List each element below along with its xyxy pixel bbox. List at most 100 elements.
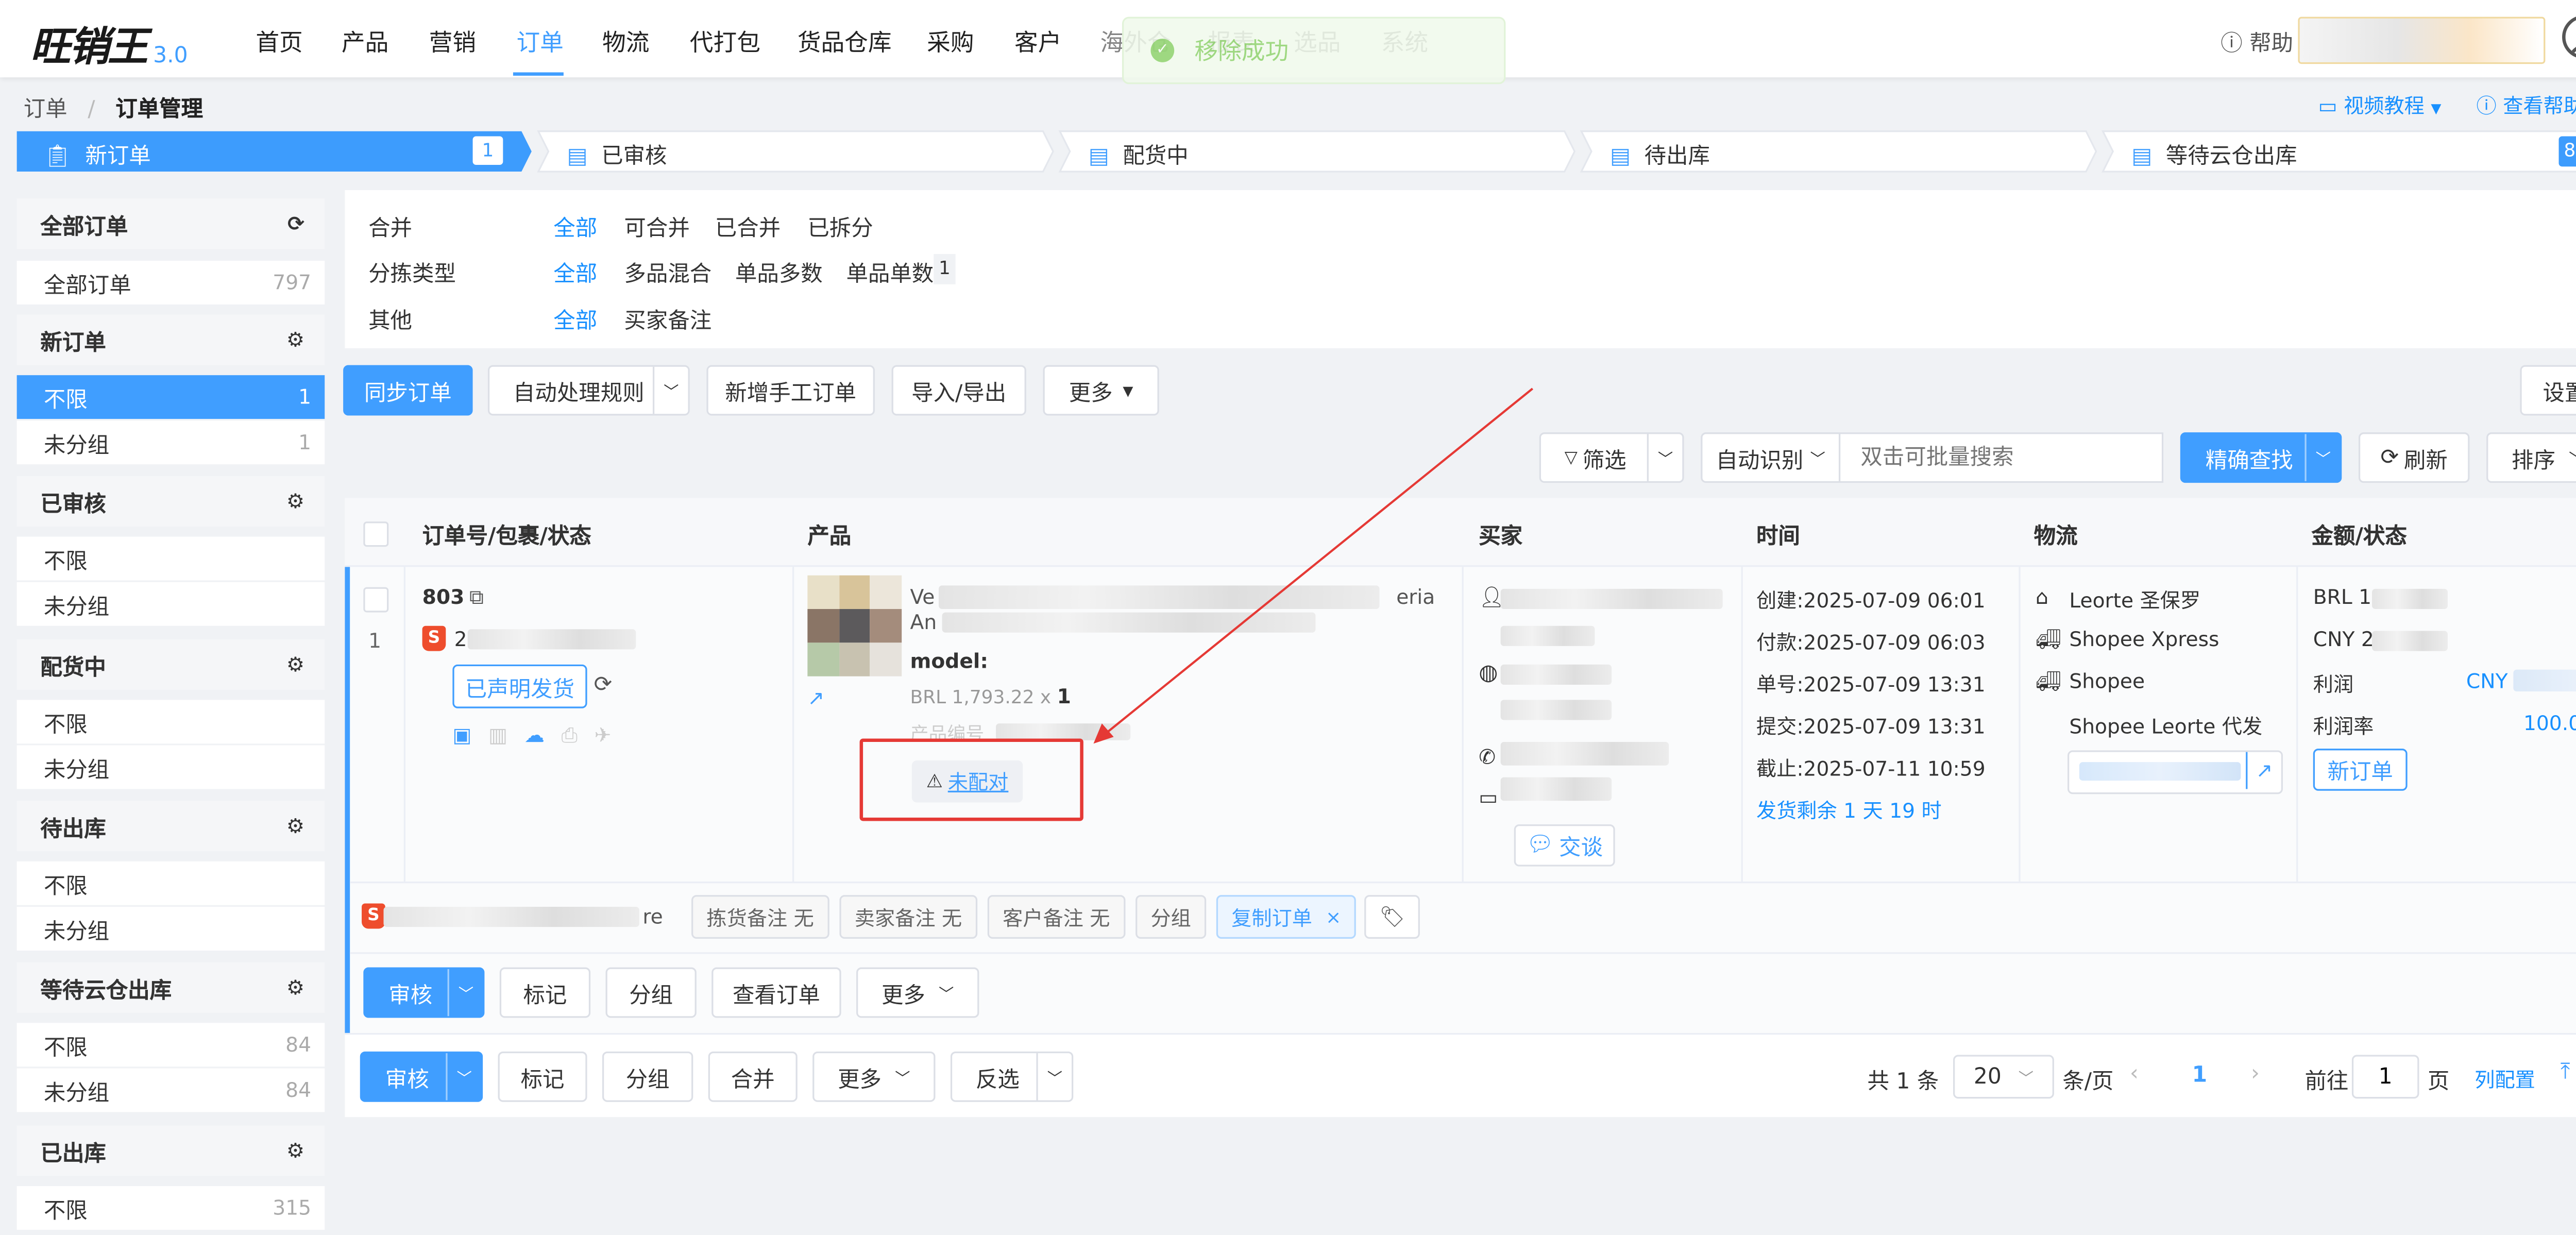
auto-rules-button[interactable]: 自动处理规则 ﹀ — [487, 365, 690, 416]
sync-orders-button[interactable]: 同步订单 — [343, 365, 473, 416]
declared-shipped-button[interactable]: 已声明发货 — [452, 664, 587, 708]
sidebar-item[interactable]: 不限 — [16, 536, 325, 581]
tag-icon-button[interactable]: 🏷︎ — [1364, 895, 1420, 939]
prev-page-icon[interactable]: ‹ — [2130, 1061, 2139, 1087]
sidebar-item[interactable]: 不限 — [16, 700, 325, 744]
gear-icon[interactable]: ⚙ — [286, 1139, 304, 1163]
view-help-link[interactable]: ⓘ 查看帮助 ▼ — [2477, 91, 2576, 120]
filter-merge-mergeable[interactable]: 可合并 — [624, 210, 689, 242]
row-more-button[interactable]: 更多 ﹀ — [856, 967, 979, 1018]
nav-item-6[interactable]: 货品仓库 — [798, 25, 892, 59]
seller-note-tag[interactable]: 卖家备注 无 — [839, 895, 977, 939]
auto-detect-select[interactable]: 自动识别 ﹀ — [1701, 432, 1841, 483]
filter-merge-all[interactable]: 全部 — [553, 210, 597, 242]
filter-merge-merged[interactable]: 已合并 — [715, 210, 781, 242]
chevron-down-icon[interactable]: ﹀ — [1036, 1053, 1072, 1101]
sidebar-item[interactable]: 不限 1 — [16, 375, 325, 419]
chevron-down-icon[interactable]: ﹀ — [2304, 434, 2340, 481]
filter-sort-single-multi[interactable]: 单品多数 — [735, 256, 823, 287]
chevron-down-icon[interactable]: ﹀ — [1647, 434, 1683, 481]
filter-other-buyer-note[interactable]: 买家备注 — [624, 303, 711, 335]
sidebar-item[interactable]: 未分组 1 — [16, 420, 325, 465]
gear-icon[interactable]: ⚙ — [286, 976, 304, 1000]
invert-selection-button[interactable]: 反选 ﹀ — [950, 1051, 1074, 1102]
help-link[interactable]: ⓘ 帮助 — [2221, 25, 2293, 57]
gear-icon[interactable]: ⚙ — [286, 328, 304, 352]
gear-icon[interactable]: ⚙ — [286, 489, 304, 513]
chevron-down-icon[interactable]: ﹀ — [652, 366, 688, 414]
print-icon[interactable]: ⎙ — [562, 723, 578, 749]
bulk-group-button[interactable]: 分组 — [602, 1051, 693, 1102]
money-icon[interactable]: ▣ — [452, 723, 471, 749]
pick-note-tag[interactable]: 拣货备注 无 — [691, 895, 829, 939]
sort-button[interactable]: 排序 ﹀ — [2486, 432, 2576, 483]
copy-order-tag[interactable]: 复制订单 × — [1216, 895, 1357, 939]
product-title-start[interactable]: Ve — [910, 585, 935, 609]
sidebar-item-all-orders[interactable]: 全部订单 797 — [16, 261, 325, 305]
filter-sort-all[interactable]: 全部 — [553, 256, 597, 287]
row-checkbox[interactable] — [363, 587, 389, 613]
refresh-icon[interactable]: ⟳ — [287, 212, 304, 235]
sidebar-item[interactable]: 未分组 84 — [16, 1068, 325, 1112]
filter-other-all[interactable]: 全部 — [553, 303, 597, 335]
gear-icon[interactable]: ⚙ — [286, 814, 304, 838]
goto-page-input[interactable] — [2351, 1055, 2419, 1099]
order-number[interactable]: 803 — [422, 585, 465, 609]
filter-button[interactable]: ▽ 筛选 ﹀ — [1539, 432, 1684, 483]
brand-logo[interactable]: 旺销王 3.0 — [30, 13, 188, 72]
bulk-merge-button[interactable]: 合并 — [708, 1051, 798, 1102]
nav-item-0[interactable]: 首页 — [256, 25, 302, 59]
back-to-top-icon[interactable]: ⤒ — [2561, 1060, 2570, 1085]
step-new[interactable]: 📋︎ 新订单 — [44, 138, 151, 170]
search-input[interactable] — [1838, 432, 2164, 483]
sync-status-icon[interactable]: ⟳ — [594, 673, 613, 698]
filter-merge-split[interactable]: 已拆分 — [807, 210, 873, 242]
chevron-down-icon[interactable]: ﹀ — [446, 1053, 481, 1101]
step-cloud-warehouse[interactable]: ▤ 等待云仓出库 — [2131, 138, 2297, 170]
nav-item-1[interactable]: 产品 — [342, 25, 388, 59]
sidebar-item[interactable]: 未分组 — [16, 745, 325, 789]
select-all-checkbox[interactable] — [363, 521, 389, 547]
nav-item-5[interactable]: 代打包 — [690, 25, 760, 59]
current-page[interactable]: 1 — [2192, 1063, 2208, 1089]
chat-button[interactable]: 💬︎ 交谈 — [1514, 824, 1615, 867]
exact-search-button[interactable]: 精确查找 ﹀ — [2180, 432, 2342, 483]
account-info-redacted[interactable] — [2298, 16, 2546, 64]
sidebar-item[interactable]: 不限 — [16, 861, 325, 905]
import-export-button[interactable]: 导入/导出 — [891, 365, 1026, 416]
group-tag[interactable]: 分组 — [1136, 895, 1207, 939]
refresh-button[interactable]: ⟳ 刷新 — [2358, 432, 2470, 483]
bulk-more-button[interactable]: 更多 ﹀ — [812, 1051, 936, 1102]
view-order-button[interactable]: 查看订单 — [711, 967, 841, 1018]
external-link-icon[interactable]: ↗ — [2246, 752, 2281, 789]
sidebar-item[interactable]: 不限 315 — [16, 1186, 325, 1230]
tracking-input[interactable]: ↗ — [2067, 750, 2283, 794]
filter-sort-single-single[interactable]: 单品单数 — [846, 256, 934, 287]
next-page-icon[interactable]: › — [2251, 1061, 2260, 1087]
sidebar-item[interactable]: 未分组 — [16, 582, 325, 626]
video-tutorial-link[interactable]: ▭ 视频教程 ▼ — [2318, 91, 2442, 120]
gear-icon[interactable]: ⚙ — [286, 653, 304, 676]
step-allocating[interactable]: ▤ 配货中 — [1089, 138, 1189, 170]
bulk-audit-button[interactable]: 审核 ﹀ — [360, 1051, 483, 1102]
new-manual-order-button[interactable]: 新增手工订单 — [706, 365, 875, 416]
page-size-select[interactable]: 20 ﹀ — [1953, 1055, 2054, 1099]
step-pending-out[interactable]: ▤ 待出库 — [1610, 138, 1710, 170]
step-approved[interactable]: ▤ 已审核 — [567, 138, 667, 170]
cloud-upload-icon[interactable]: ☁ — [524, 723, 545, 749]
unmatched-link[interactable]: 未配对 — [948, 767, 1009, 796]
product-thumbnail[interactable] — [807, 575, 902, 676]
unmatched-tag[interactable]: ⚠ 未配对 — [911, 760, 1023, 803]
nav-item-8[interactable]: 客户 — [1014, 25, 1061, 59]
customer-note-tag[interactable]: 客户备注 无 — [987, 895, 1125, 939]
nav-item-4[interactable]: 物流 — [602, 25, 649, 59]
row-audit-button[interactable]: 审核 ﹀ — [363, 967, 485, 1018]
order-state-button[interactable]: 新订单 — [2313, 749, 2408, 791]
sidebar-item[interactable]: 未分组 — [16, 906, 325, 951]
external-link-icon[interactable]: ↗ — [807, 686, 824, 710]
more-button[interactable]: 更多 ▼ — [1043, 365, 1159, 416]
nav-item-3[interactable]: 订单 — [516, 25, 563, 59]
filter-sort-mixed[interactable]: 多品混合 — [624, 256, 711, 287]
nav-item-2[interactable]: 营销 — [429, 25, 476, 59]
avatar[interactable] — [2562, 15, 2576, 59]
